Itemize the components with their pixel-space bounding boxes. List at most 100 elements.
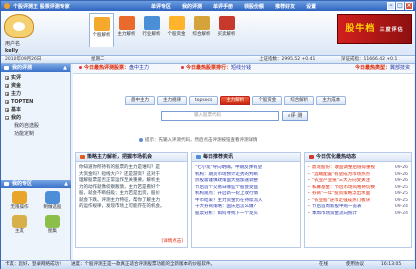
- menu-item[interactable]: 单评专区: [151, 3, 171, 10]
- trade-icon: [218, 16, 235, 30]
- my-zone-header[interactable]: 我的专区 ▲: [1, 180, 71, 188]
- card-title: 今日优化最热动态: [305, 153, 411, 162]
- my-zone-grid: 无限操作 制做选股 主友 图集: [1, 188, 71, 238]
- chevron-up-icon: ▲: [63, 65, 67, 71]
- tree-label: 实评: [11, 75, 22, 81]
- zone-label: 图集: [48, 229, 57, 234]
- analysis-tabs: 盘中主力 主力规律 topsecs 主力解析 个股资金 综合解析 主力成本: [125, 96, 347, 105]
- item-text: "农业股"逆市走强成热门板块: [312, 197, 371, 203]
- expand-icon: +: [5, 99, 10, 105]
- tab-composite[interactable]: 综合解析: [284, 96, 315, 105]
- recommend-value[interactable]: 盘中主力: [129, 65, 149, 71]
- chevron-up-icon: ▲: [64, 181, 68, 187]
- tool-label: 综合解析: [192, 32, 211, 37]
- unlimited-icon: [12, 191, 27, 204]
- tip-label: 提示：先输入评测代码，然后点击评测按钮查看评测详情: [145, 138, 258, 143]
- tree-item[interactable]: + 实评: [5, 74, 70, 82]
- status-terms[interactable]: 使用协议: [346, 261, 364, 269]
- info-bar: 2010年09月26日 星期二 上证指数：2995.52 +0.41 深证成指：…: [1, 55, 415, 64]
- maximize-button[interactable]: □: [396, 2, 404, 10]
- top-menu: 单评专区 我的评测 单评手册 领股份额 推荐好友 设置: [151, 3, 316, 10]
- type-value[interactable]: 翼部技资: [390, 65, 410, 71]
- details-link[interactable]: [详情点击]: [161, 238, 183, 244]
- body-line: 的运作规律，发现市场上可能存在的机会。: [79, 204, 165, 209]
- tree-subitem[interactable]: 功能定制: [5, 130, 70, 138]
- recommend-left: 今日最热评测股票：盘中主力: [79, 64, 149, 73]
- zone-item[interactable]: 主友: [3, 215, 36, 235]
- expand-icon: +: [5, 83, 10, 89]
- app-window: 个股评测王 股票评测专家 单评专区 我的评测 单评手册 领股份额 推荐好友 设置…: [0, 0, 416, 269]
- tab-funds[interactable]: 个股资金: [252, 96, 283, 105]
- zone-item[interactable]: 无限操作: [3, 191, 36, 211]
- hint-text: 提示：先输入评测代码，然后点击评测按钮查看评测详情: [139, 137, 258, 143]
- tree-label: TOPTEN: [11, 99, 34, 105]
- card-title: 策略主力解析，把握市场机会: [76, 153, 187, 162]
- card-strategy: 策略主力解析，把握市场机会 你知道你所持有的股票的主力是谁吗？是 大资金吗？短线…: [75, 152, 188, 248]
- tool-stock-analysis[interactable]: 个股解析: [89, 13, 114, 47]
- menu-item[interactable]: 单评手册: [213, 3, 233, 10]
- expand-icon: +: [5, 75, 10, 81]
- tool-label: 个股解析: [92, 33, 111, 38]
- tree-label: 基本: [11, 107, 22, 113]
- app-icon: [4, 3, 10, 9]
- tab-pattern[interactable]: 主力规律: [157, 96, 187, 105]
- menu-item[interactable]: 我的评测: [182, 3, 202, 10]
- item-text: 私募基金：节后市场风格将切换: [312, 184, 375, 190]
- composite-icon: [193, 16, 210, 30]
- zone-item[interactable]: 图集: [36, 215, 69, 235]
- tool-industry[interactable]: 行业解析: [139, 13, 164, 47]
- header: 用户名 kelly 注销 个股解析 主力解析 行业解析 个股资金 综合解析 买卖…: [1, 11, 415, 61]
- tab-topsecs[interactable]: topsecs: [189, 96, 219, 105]
- minimize-button[interactable]: –: [387, 2, 395, 10]
- panel-title: 我的评测: [12, 65, 33, 71]
- card-title-text: 每日推荐资讯: [203, 154, 234, 160]
- tree-item[interactable]: + 基本: [5, 106, 70, 114]
- my-eval-header[interactable]: 我的评测 ▲: [1, 64, 70, 72]
- tool-main-force[interactable]: 主力解析: [114, 13, 139, 47]
- evaluate-button[interactable]: ⌕评 测: [282, 111, 308, 121]
- friend-icon: [12, 215, 27, 228]
- bullet-icon: [181, 66, 184, 69]
- screener-icon: [45, 191, 60, 204]
- tab-main-force[interactable]: 主力解析: [220, 96, 251, 105]
- close-button[interactable]: ×: [405, 2, 413, 10]
- hot-value[interactable]: 短线分钱: [231, 65, 251, 71]
- menu-item[interactable]: 领股份额: [244, 3, 264, 10]
- stock-code-input[interactable]: 输入股票代码: [161, 111, 279, 121]
- news-item[interactable]: 股票分析：如何寻找下一个龙头: [195, 211, 297, 218]
- tab-cost[interactable]: 主力成本: [316, 96, 347, 105]
- recommend-label: 今日最热评测股票：: [84, 65, 130, 71]
- tool-composite[interactable]: 综合解析: [189, 13, 214, 47]
- tool-stock-funds[interactable]: 个股资金: [164, 13, 189, 47]
- dynamics-item[interactable]: · 本周市场资金流向统计 09-24: [308, 211, 408, 218]
- weekday: 星期二: [91, 57, 105, 62]
- button-label: 评 测: [290, 113, 303, 119]
- main-panel: 今日最热评测股票：盘中主力 今日最热股票排行：短线分钱 今日最热类型：翼部技资 …: [73, 64, 414, 260]
- expand-icon: +: [5, 91, 10, 97]
- tree-item[interactable]: + TOPTEN: [5, 98, 70, 106]
- info-icon: [139, 137, 143, 142]
- menu-item[interactable]: 推荐好友: [275, 3, 295, 10]
- card-title-text: 今日优化最热动态: [316, 154, 357, 160]
- promo-banner[interactable]: 股牛档 三度评估: [337, 14, 412, 44]
- tree-item[interactable]: + 主力: [5, 90, 70, 98]
- hot-type: 今日最热类型：翼部技资: [355, 64, 410, 73]
- tool-label: 个股资金: [167, 32, 186, 37]
- banner-text: 股牛档: [345, 24, 376, 34]
- tool-label: 主力解析: [117, 32, 136, 37]
- item-text: "农业产业链"三大方向受关注: [312, 178, 371, 183]
- tree-label: 主力: [11, 91, 22, 97]
- shanghai-index: 上证指数：2995.52 +0.41: [259, 57, 316, 62]
- card-title: 每日推荐资讯: [192, 153, 300, 162]
- zone-label: 制做选股: [43, 205, 62, 210]
- toolbar: 个股解析 主力解析 行业解析 个股资金 综合解析 买卖解析: [89, 13, 239, 47]
- tool-trade[interactable]: 买卖解析: [214, 13, 239, 47]
- tab-intraday[interactable]: 盘中主力: [125, 96, 155, 105]
- card-icon: [309, 154, 314, 159]
- zone-item[interactable]: 制做选股: [36, 191, 69, 211]
- tree-item[interactable]: + 资金: [5, 82, 70, 90]
- tree-subitem[interactable]: 我的自选股: [5, 122, 70, 130]
- card-icon: [80, 154, 85, 159]
- menu-item[interactable]: 设置: [306, 3, 316, 10]
- tree-item[interactable]: − 我的: [5, 114, 70, 122]
